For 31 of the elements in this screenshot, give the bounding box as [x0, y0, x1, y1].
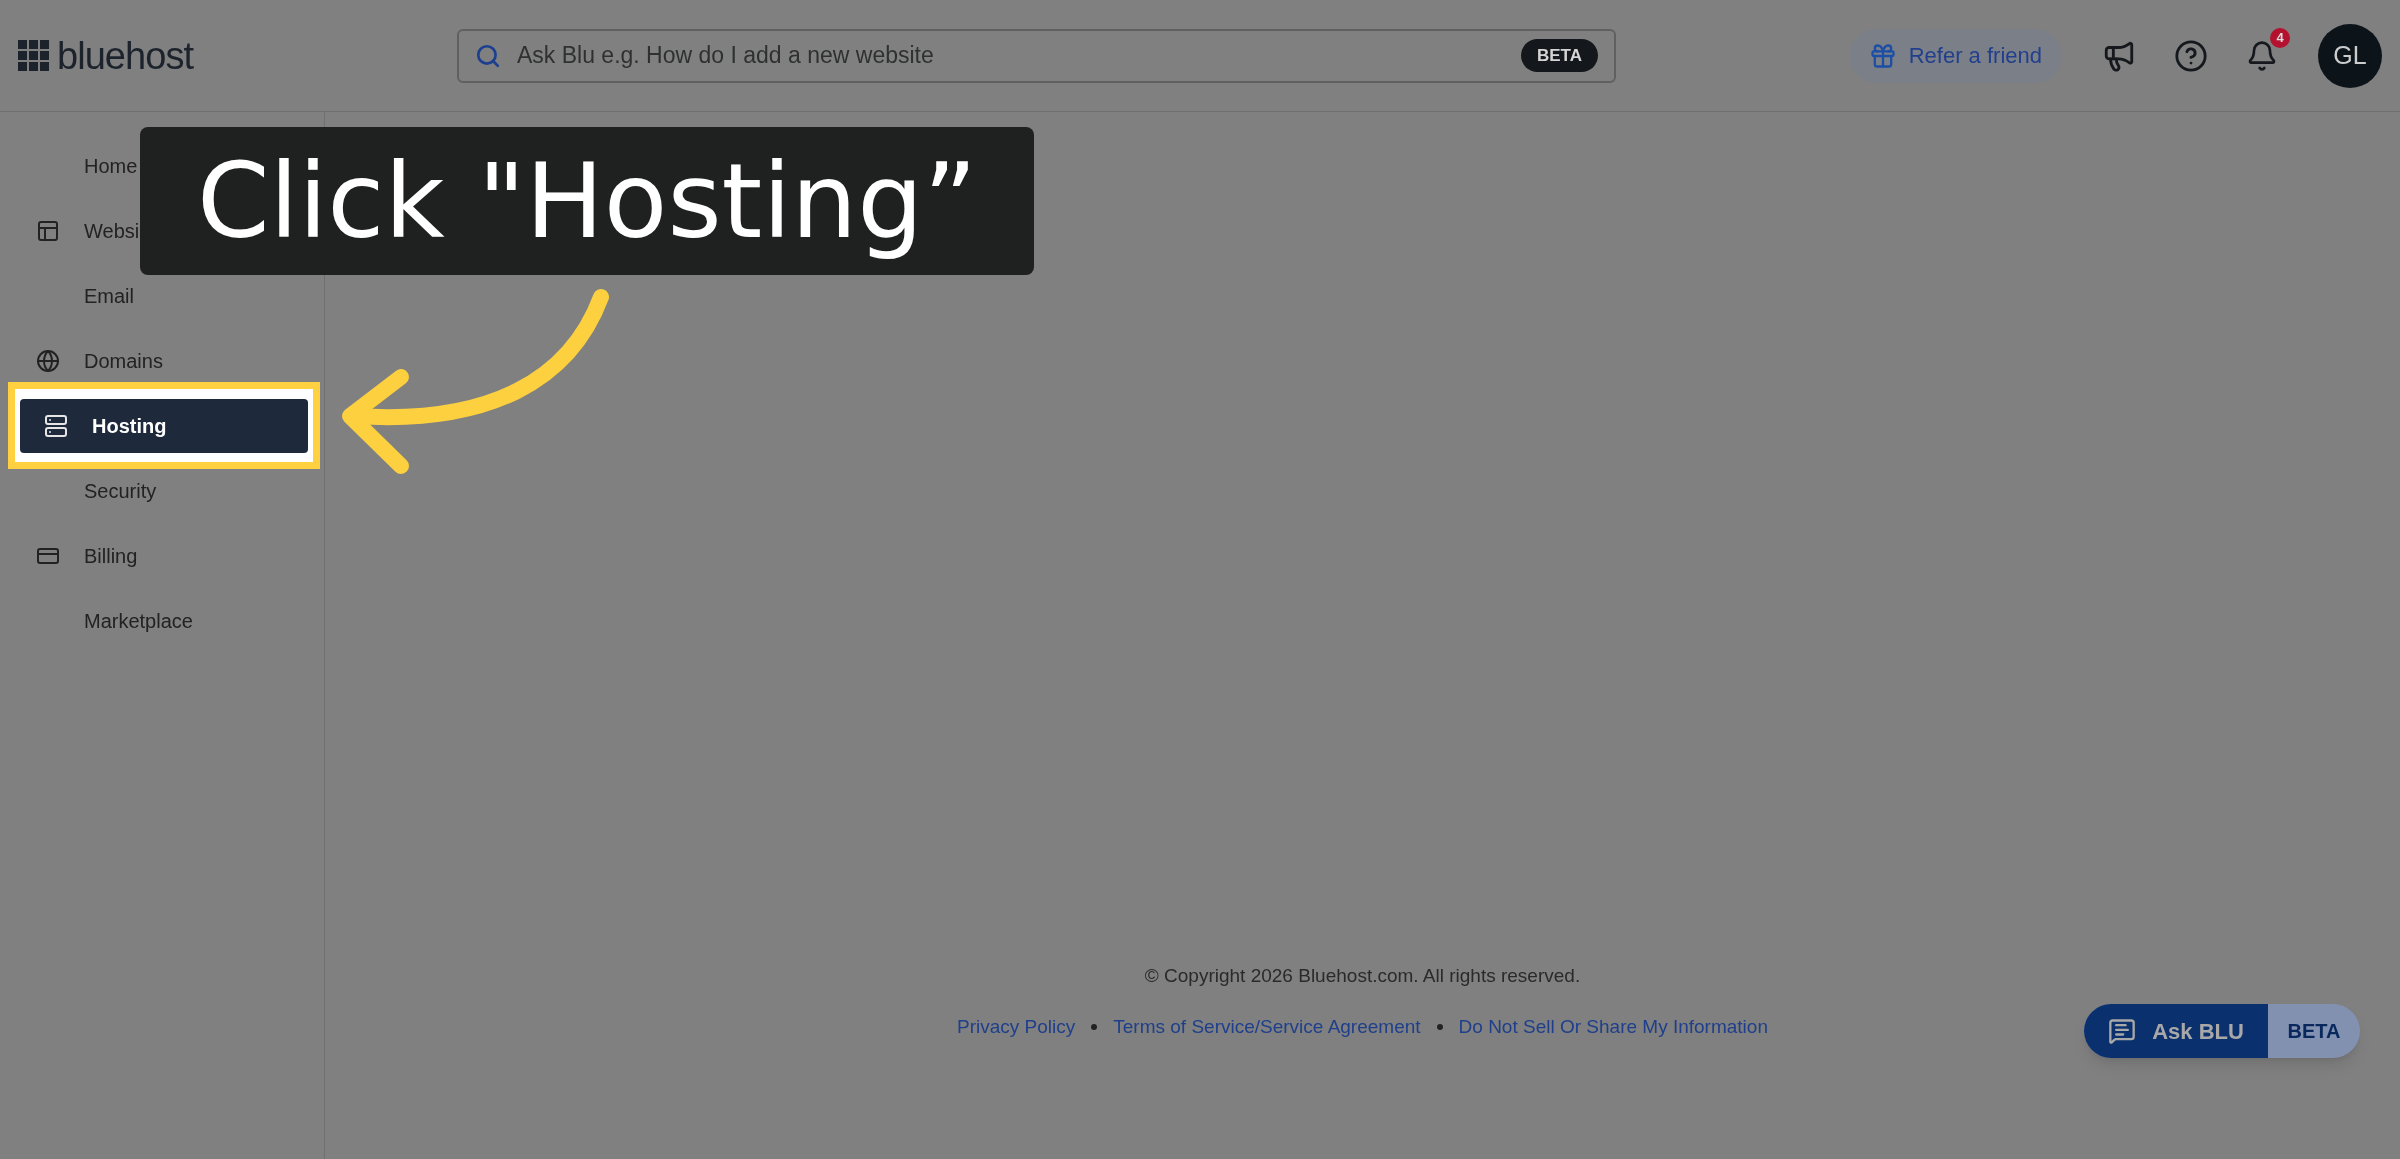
gift-icon [1868, 41, 1897, 70]
chat-icon [2108, 1017, 2137, 1045]
ask-blu-button[interactable]: Ask BLU BETA [2084, 1004, 2360, 1058]
notification-count-badge: 4 [2270, 27, 2290, 48]
search-icon [475, 42, 501, 69]
sidebar-item[interactable]: Email [12, 275, 134, 316]
search-field[interactable]: Ask Blu e.g. How do I add a new website BETA [457, 28, 1616, 83]
search-input: Ask Blu e.g. How do I add a new website [517, 38, 1505, 73]
layout-icon [36, 218, 60, 243]
callout-banner: Click "Hosting” [140, 127, 1034, 275]
footer-link[interactable]: Do Not Sell Or Share My Information [1458, 1012, 1768, 1041]
refer-friend-button[interactable]: Refer a friend [1848, 28, 2062, 83]
copyright-text: © Copyright 2026 Bluehost.com. All rights reserved. [1144, 964, 1581, 988]
server-icon [44, 413, 68, 438]
globe-icon [36, 348, 60, 373]
help-icon[interactable] [2174, 38, 2208, 73]
sidebar-item[interactable]: Billing [12, 535, 138, 576]
beta-badge: BETA [1521, 38, 1598, 73]
sidebar-item[interactable]: Security [12, 470, 157, 511]
beta-label: BETA [2286, 1019, 2342, 1044]
notifications-icon[interactable] [2246, 39, 2278, 72]
sidebar-item[interactable]: Home [12, 145, 138, 186]
footer-link[interactable]: Terms of Service/Service Agreement [1113, 1012, 1421, 1041]
user-avatar[interactable]: GL [2318, 23, 2382, 88]
sidebar-item[interactable]: Marketplace [12, 600, 193, 641]
sidebar-item[interactable]: Hosting [20, 398, 308, 453]
sidebar-item[interactable]: Websi [12, 210, 140, 251]
grid-logo-icon [18, 40, 49, 71]
sidebar-item[interactable]: Domains [12, 340, 163, 381]
footer-link[interactable]: Privacy Policy [957, 1012, 1076, 1041]
logo-wordmark[interactable]: bluehost [57, 36, 194, 75]
